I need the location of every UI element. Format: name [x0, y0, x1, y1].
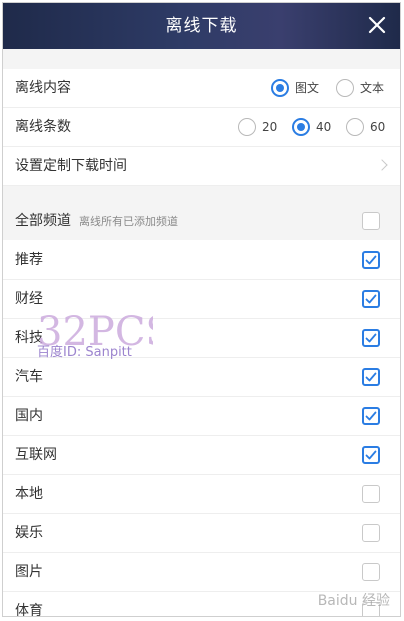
offline-count-label: 离线条数	[15, 119, 71, 135]
checkmark-icon	[365, 255, 377, 265]
channel-label: 本地	[15, 486, 43, 502]
channel-checkbox[interactable]	[362, 329, 380, 347]
channel-row[interactable]: 娱乐	[3, 514, 400, 553]
checkmark-icon	[365, 450, 377, 460]
channel-row[interactable]: 互联网	[3, 436, 400, 475]
radio-text-label[interactable]: 文本	[360, 69, 384, 107]
radio-40[interactable]	[292, 118, 310, 136]
radio-40-label[interactable]: 40	[316, 108, 331, 146]
schedule-label: 设置定制下载时间	[15, 158, 127, 174]
channel-row[interactable]: 图片	[3, 553, 400, 592]
channel-label: 财经	[15, 291, 43, 307]
channel-checkbox[interactable]	[362, 563, 380, 581]
channel-label: 互联网	[15, 447, 57, 463]
all-channels-row[interactable]: 全部频道 离线所有已添加频道	[3, 202, 400, 240]
channel-label: 体育	[15, 603, 43, 617]
watermark-text: 百度ID: Sanpitt	[37, 345, 132, 360]
channel-checkbox[interactable]	[362, 290, 380, 308]
section-gap	[3, 186, 400, 202]
chevron-right-icon	[376, 159, 388, 171]
channel-row[interactable]: 财经	[3, 280, 400, 319]
all-channels-label: 全部频道 离线所有已添加频道	[15, 202, 178, 240]
radio-20-label[interactable]: 20	[262, 108, 277, 146]
radio-60[interactable]	[346, 118, 364, 136]
all-channels-checkbox[interactable]	[362, 212, 380, 230]
radio-60-label[interactable]: 60	[370, 108, 385, 146]
all-channels-title: 全部频道	[15, 213, 71, 229]
section-gap	[3, 49, 400, 69]
offline-count-row: 离线条数 20 40 60	[3, 108, 400, 147]
channel-label: 汽车	[15, 369, 43, 385]
channel-label: 图片	[15, 564, 43, 580]
baidu-watermark: Baidu 经验	[317, 593, 390, 609]
checkmark-icon	[365, 294, 377, 304]
checkmark-icon	[365, 411, 377, 421]
channel-checkbox[interactable]	[362, 524, 380, 542]
channel-checkbox[interactable]	[362, 485, 380, 503]
channel-row[interactable]: 国内	[3, 397, 400, 436]
channel-checkbox[interactable]	[362, 407, 380, 425]
radio-text[interactable]	[336, 79, 354, 97]
channel-checkbox[interactable]	[362, 251, 380, 269]
channel-row[interactable]: 汽车	[3, 358, 400, 397]
offline-download-panel: 离线下载 离线内容 图文 文本 离线条数 20 40 60 设置定制下载时间 全…	[2, 2, 401, 617]
radio-20[interactable]	[238, 118, 256, 136]
offline-content-row: 离线内容 图文 文本	[3, 69, 400, 108]
channel-row[interactable]: 本地	[3, 475, 400, 514]
channel-row[interactable]: 推荐	[3, 241, 400, 280]
channel-label: 推荐	[15, 252, 43, 268]
checkmark-icon	[365, 333, 377, 343]
radio-imagetext-label[interactable]: 图文	[295, 69, 319, 107]
channel-label: 娱乐	[15, 525, 43, 541]
all-channels-hint: 离线所有已添加频道	[79, 215, 178, 228]
offline-content-label: 离线内容	[15, 80, 71, 96]
channel-label: 国内	[15, 408, 43, 424]
channel-checkbox[interactable]	[362, 368, 380, 386]
schedule-row[interactable]: 设置定制下载时间	[3, 147, 400, 186]
header-bar: 离线下载	[3, 3, 400, 49]
close-icon[interactable]	[366, 14, 388, 36]
checkmark-icon	[365, 372, 377, 382]
page-title: 离线下载	[165, 16, 238, 36]
radio-imagetext[interactable]	[271, 79, 289, 97]
channel-checkbox[interactable]	[362, 446, 380, 464]
